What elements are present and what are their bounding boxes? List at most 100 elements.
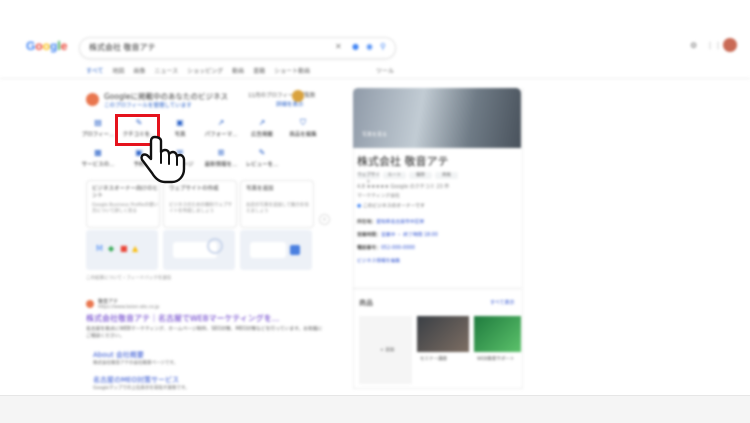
action-icon: ▦ <box>94 148 102 157</box>
products-see-all[interactable]: すべて表示 <box>490 299 514 306</box>
add-product-label[interactable]: + 追加 <box>380 347 394 353</box>
info-value[interactable]: 愛知県名古屋市中区栄 <box>376 220 424 225</box>
search-results-page: Google 株式会社 敬音アテ ✕ ● ◉ ⚲ ⚙ ⋮⋮ すべて 地図 画像 ニュー… <box>0 0 750 395</box>
tip-card[interactable]: ビジネスオーナー向けのヒント Google Business Profileの使い… <box>86 180 160 228</box>
panel-chip[interactable]: ルート <box>383 172 406 179</box>
tip-card-title: 写真を追加 <box>246 186 274 192</box>
business-type: マーケティング会社 <box>357 194 400 199</box>
settings-icon[interactable]: ⚙ <box>690 41 697 50</box>
action-label: 最新情報を... <box>204 162 238 168</box>
feedback-link[interactable]: この結果について・フィードバックを送信 <box>86 275 171 281</box>
cards-next-icon[interactable]: › <box>319 214 330 225</box>
info-value[interactable]: ビジネス情報を編集 <box>357 259 400 264</box>
business-info-line: ビジネス情報を編集 <box>357 257 400 264</box>
card-image-2 <box>163 230 235 270</box>
business-rating[interactable]: 4.8 ★★★★★ Google のクチコミ 23 件 <box>357 183 449 190</box>
mic-icon[interactable]: ● <box>352 42 359 51</box>
plus-icon: + <box>380 348 384 353</box>
profile-action-button[interactable]: ✎ レビューを... <box>241 148 283 168</box>
tab-item[interactable]: 画像 <box>133 68 145 75</box>
sitelink-title[interactable]: 名古屋のMEO対策サービス <box>93 375 179 385</box>
tab-item[interactable]: 動画 <box>232 68 244 75</box>
info-value[interactable]: 052-000-0000 <box>381 246 415 251</box>
tab-item[interactable]: 地図 <box>112 68 124 75</box>
action-icon: ⊞ <box>217 148 225 157</box>
sitelink-desc: 株式会社敬音アテの会社概要ページです。 <box>93 361 178 366</box>
profile-action-button[interactable]: ⊞ 最新情報を... <box>200 148 242 168</box>
tip-card-desc: お店の写真を追加して魅力を伝えましょう <box>246 203 309 214</box>
result-title[interactable]: 株式会社敬音アテ｜名古屋でWEBマーケティングを... <box>86 313 279 324</box>
tab-item[interactable]: ショッピング <box>187 68 223 75</box>
tabs-divider <box>0 78 750 79</box>
card-image-3 <box>240 230 312 270</box>
info-label: 営業時間： <box>357 233 381 238</box>
owner-badge: ● このビジネスのオーナーです <box>357 202 425 209</box>
account-avatar[interactable] <box>723 38 737 52</box>
search-input[interactable]: 株式会社 敬音アテ <box>89 42 156 53</box>
tip-card-title: ビジネスオーナー向けのヒント <box>92 186 159 199</box>
business-info-line: 電話番号：052-000-0000 <box>357 244 415 251</box>
product-label[interactable]: セミナー講座 <box>420 356 447 362</box>
bottom-band <box>0 395 750 423</box>
business-profile-subtitle[interactable]: このプロフィールを管理しています <box>104 101 192 109</box>
knowledge-panel-photo[interactable] <box>353 88 521 148</box>
action-label: 商品を編集 <box>289 132 317 138</box>
tip-card[interactable]: 写真を追加お店の写真を追加して魅力を伝えましょう <box>240 180 314 228</box>
action-label: レビューを... <box>245 162 279 168</box>
action-icon: ▤ <box>94 118 102 127</box>
camera-icon[interactable]: ◉ <box>366 42 373 51</box>
profile-views: 11月のプロフィール閲覧数 <box>248 93 316 99</box>
result-site-name[interactable]: 敬音アテ <box>98 298 118 305</box>
action-label: 広告掲載 <box>250 132 273 138</box>
owner-badge-text: このビジネスのオーナーです <box>362 204 425 209</box>
pointing-hand-icon <box>140 135 186 184</box>
business-profile-icon <box>86 93 99 106</box>
sitelink-title[interactable]: About 会社概要 <box>93 350 144 360</box>
tip-card-desc: Google Business Profileの使い方について詳しく見る <box>92 203 159 214</box>
profile-avatar <box>292 90 304 102</box>
product-image[interactable] <box>474 316 521 352</box>
action-icon: ↗ <box>258 118 266 127</box>
sitelink-desc: Googleマップでの上位表示を目指す施策です。 <box>93 386 190 391</box>
tab-item[interactable]: すべて <box>86 68 103 75</box>
panel-chip[interactable]: ウェブサイト <box>357 172 380 185</box>
tab-item[interactable]: 書籍 <box>253 68 265 75</box>
panel-divider <box>353 288 521 289</box>
action-icon: ▣ <box>176 118 184 127</box>
business-info-line: 営業時間：営業中 ・ 終了時間 18:00 <box>357 231 438 238</box>
site-favicon <box>86 300 94 308</box>
action-icon: ↗ <box>217 118 225 127</box>
search-icon[interactable]: ⚲ <box>380 42 386 51</box>
business-name: 株式会社 敬音アテ <box>357 155 449 168</box>
search-bar[interactable]: 株式会社 敬音アテ ✕ ● ◉ ⚲ <box>79 37 396 59</box>
result-url[interactable]: https://www.keion-ate.co.jp <box>98 305 159 310</box>
profile-action-button[interactable]: ↗ 広告掲載 <box>241 118 283 138</box>
info-value[interactable]: 営業中 ・ 終了時間 18:00 <box>381 233 438 238</box>
see-photos-label[interactable]: 写真を見る <box>362 131 387 138</box>
panel-chip[interactable]: 保存 <box>409 172 432 179</box>
tip-card[interactable]: ウェブサイトの作成 ビジネスのための無料ウェブサイトを作成しましょう <box>163 180 237 228</box>
action-label: プロフィー... <box>81 132 115 138</box>
tab-item[interactable]: ショート動画 <box>274 68 310 75</box>
tools-button[interactable]: ツール <box>376 66 394 75</box>
product-image[interactable] <box>417 316 469 352</box>
apps-icon[interactable]: ⋮⋮ <box>706 41 722 50</box>
action-icon: ✎ <box>258 148 266 157</box>
action-label: サービスの... <box>81 162 115 168</box>
products-heading: 商品 <box>359 299 373 307</box>
info-label: 所在地： <box>357 220 377 225</box>
panel-chip[interactable]: 共有 <box>435 172 458 179</box>
tip-card-desc: ビジネスのための無料ウェブサイトを作成しましょう <box>169 203 232 214</box>
profile-action-button[interactable]: ⛉ 商品を編集 <box>282 118 324 138</box>
product-label[interactable]: WEB集客サポート <box>477 356 514 362</box>
profile-action-button[interactable]: ▦ サービスの... <box>77 148 119 168</box>
result-snippet: 名古屋を拠点にWEBマーケティング、ホームページ制作、SEO対策、MEO対策など… <box>86 327 323 339</box>
clear-icon[interactable]: ✕ <box>335 42 342 51</box>
action-label: パフォーマ... <box>204 132 238 138</box>
card-image-1: M ◆ ■ ▲ <box>86 230 158 270</box>
profile-action-button[interactable]: ▤ プロフィー... <box>77 118 119 138</box>
business-info-line: 所在地：愛知県名古屋市中区栄 <box>357 218 424 225</box>
profile-action-button[interactable]: ↗ パフォーマ... <box>200 118 242 138</box>
google-logo[interactable]: Google <box>26 39 67 53</box>
tab-item[interactable]: ニュース <box>154 68 178 75</box>
